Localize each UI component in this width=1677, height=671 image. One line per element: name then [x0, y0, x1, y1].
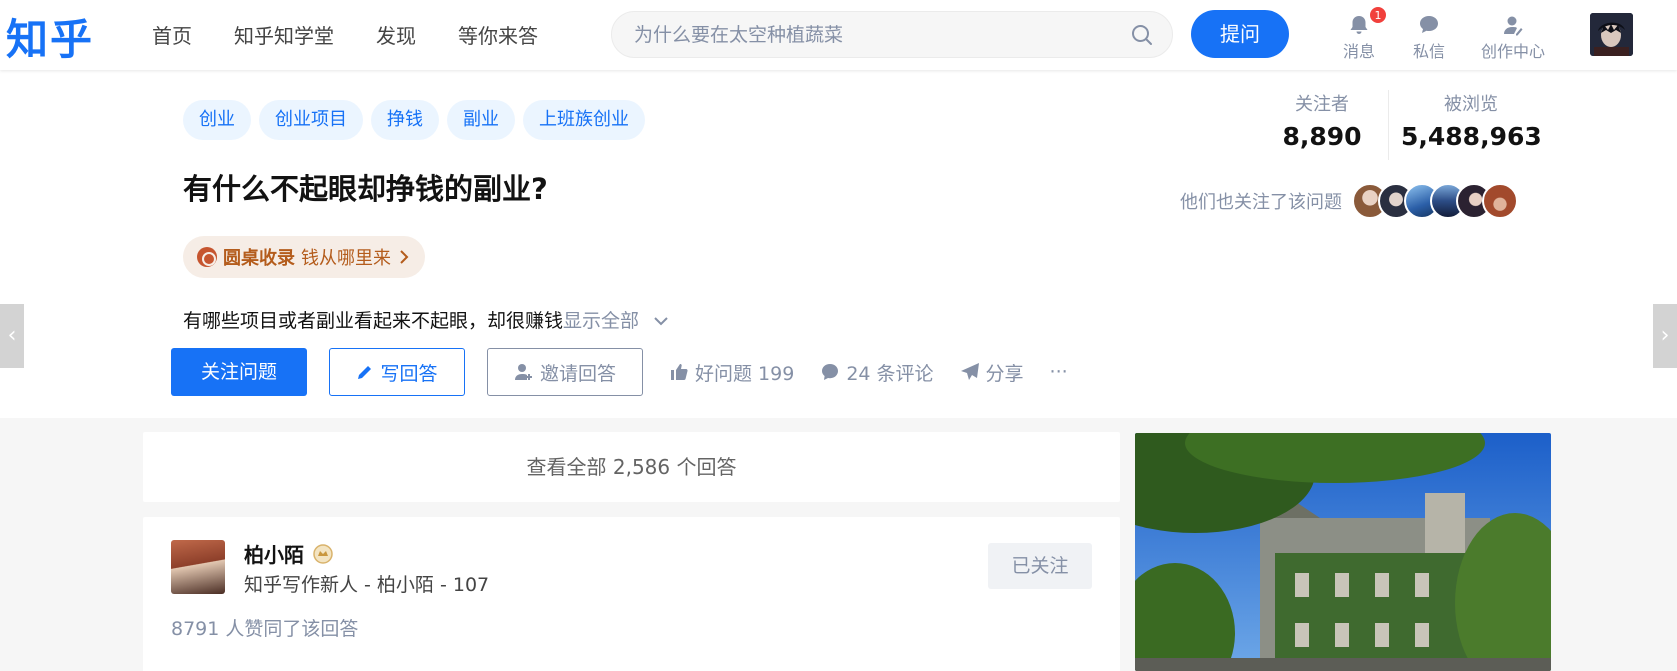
- roundtable-name: 钱从哪里来: [301, 248, 391, 269]
- answer-card: 柏小陌 知乎写作新人 - 柏小陌 - 107 已关注 8791 人赞同了该回答: [143, 517, 1120, 671]
- write-answer-label: 写回答: [380, 362, 438, 385]
- share-button[interactable]: 分享: [960, 359, 1024, 386]
- next-arrow-button[interactable]: ›: [1653, 304, 1677, 368]
- top-bar: 知乎 首页 知乎知学堂 发现 等你来答 提问 1 消息 私信 创作中心: [0, 0, 1677, 70]
- share-label: 分享: [985, 362, 1024, 385]
- chat-bubble-icon: [1420, 16, 1438, 33]
- views-label: 被浏览: [1444, 94, 1498, 115]
- messages-button[interactable]: 私信: [1413, 14, 1445, 62]
- question-title: 有什么不起眼却挣钱的副业?: [183, 172, 548, 206]
- follow-question-button[interactable]: 关注问题: [171, 348, 307, 396]
- comment-icon: [822, 364, 839, 380]
- topic-tag[interactable]: 上班族创业: [523, 100, 645, 140]
- badge-icon: [313, 543, 333, 564]
- thumbs-up-icon: [671, 364, 688, 380]
- author-info: 柏小陌: [244, 539, 334, 568]
- chevron-right-icon: [400, 250, 409, 264]
- topic-tag[interactable]: 挣钱: [371, 100, 439, 140]
- creator-center-button[interactable]: 创作中心: [1481, 14, 1545, 62]
- roundtable-link[interactable]: 圆桌收录 钱从哪里来: [183, 236, 425, 278]
- nav-home[interactable]: 首页: [152, 20, 192, 49]
- search-box: [611, 11, 1173, 58]
- search-icon[interactable]: [1130, 23, 1154, 51]
- notifications-button[interactable]: 1 消息: [1343, 6, 1387, 62]
- topic-tags: 创业 创业项目 挣钱 副业 上班族创业: [183, 100, 645, 140]
- views-count: 5,488,963: [1401, 122, 1542, 151]
- search-input[interactable]: [634, 12, 1114, 57]
- pencil-icon: [358, 366, 372, 379]
- question-header: 创业 创业项目 挣钱 副业 上班族创业 有什么不起眼却挣钱的副业? 圆桌收录 钱…: [0, 70, 1677, 418]
- author-bio: 知乎写作新人 - 柏小陌 - 107: [244, 574, 490, 596]
- author-avatar[interactable]: [171, 540, 225, 594]
- chevron-down-icon[interactable]: [653, 315, 669, 327]
- zhihu-logo[interactable]: 知乎: [6, 6, 94, 67]
- comments-button[interactable]: 24 条评论: [820, 359, 934, 386]
- vote-count: 8791 人赞同了该回答: [171, 618, 359, 640]
- notifications-label: 消息: [1343, 42, 1376, 61]
- creator-icon: [1504, 16, 1523, 36]
- notification-badge: 1: [1369, 6, 1387, 24]
- followed-button[interactable]: 已关注: [988, 543, 1092, 589]
- nav-zhixuetang[interactable]: 知乎知学堂: [234, 20, 334, 49]
- description-text: 有哪些项目或者副业看起来不起眼，却很赚钱: [183, 310, 564, 332]
- bell-icon: [1350, 16, 1368, 34]
- main-nav: 首页 知乎知学堂 发现 等你来答: [152, 20, 538, 49]
- followers-label: 关注者: [1295, 94, 1349, 115]
- prev-arrow-button[interactable]: ‹: [0, 304, 24, 368]
- question-stats: 关注者 8,890 被浏览 5,488,963: [1268, 90, 1542, 160]
- roundtable-icon: [197, 247, 217, 267]
- share-plane-icon: [960, 363, 979, 380]
- view-all-answers-button[interactable]: 查看全部 2,586 个回答: [143, 432, 1120, 502]
- nav-waiting-answers[interactable]: 等你来答: [458, 20, 538, 49]
- invite-answer-label: 邀请回答: [539, 362, 616, 385]
- also-followed: 他们也关注了该问题: [1180, 183, 1518, 219]
- invite-user-icon: [514, 364, 532, 380]
- write-answer-button[interactable]: 写回答: [329, 348, 465, 396]
- creator-center-label: 创作中心: [1481, 42, 1546, 61]
- topic-tag[interactable]: 副业: [447, 100, 515, 140]
- question-actions: 关注问题 写回答 邀请回答 好问题 199 24 条评论 分享 ···: [171, 348, 1068, 396]
- also-followed-label: 他们也关注了该问题: [1180, 192, 1342, 213]
- comments-label: 24 条评论: [846, 362, 934, 385]
- messages-label: 私信: [1413, 42, 1446, 61]
- good-question-button[interactable]: 好问题 199: [669, 359, 794, 386]
- topic-tag[interactable]: 创业: [183, 100, 251, 140]
- topic-tag[interactable]: 创业项目: [259, 100, 363, 140]
- views-stat: 被浏览 5,488,963: [1401, 90, 1542, 160]
- follower-avatar[interactable]: [1482, 183, 1518, 219]
- invite-answer-button[interactable]: 邀请回答: [487, 348, 643, 396]
- nav-discover[interactable]: 发现: [376, 20, 416, 49]
- question-description: 有哪些项目或者副业看起来不起眼，却很赚钱显示全部: [183, 306, 669, 333]
- follower-avatars: [1352, 183, 1518, 219]
- ask-question-button[interactable]: 提问: [1191, 10, 1289, 58]
- user-avatar[interactable]: [1590, 13, 1633, 56]
- followers-count: 8,890: [1282, 122, 1362, 151]
- stats-divider: [1388, 90, 1389, 160]
- show-all-link[interactable]: 显示全部: [563, 310, 639, 332]
- more-options-button[interactable]: ···: [1050, 361, 1068, 383]
- roundtable-label: 圆桌收录: [223, 248, 295, 269]
- followers-stat: 关注者 8,890: [1268, 90, 1376, 160]
- good-question-label: 好问题 199: [695, 362, 795, 385]
- sidebar-banner-image[interactable]: [1135, 433, 1551, 671]
- author-name[interactable]: 柏小陌: [244, 539, 304, 568]
